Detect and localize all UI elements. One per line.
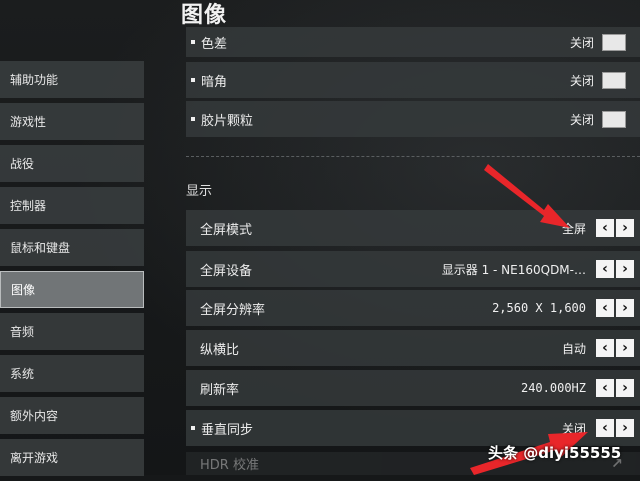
- setting-label: 全屏设备: [200, 263, 253, 279]
- section-divider: [186, 156, 640, 157]
- setting-label: 色差: [201, 36, 228, 52]
- setting-row-film-grain[interactable]: 胶片颗粒 关闭: [186, 101, 640, 137]
- setting-label: 全屏分辨率: [200, 302, 266, 318]
- sidebar-item-label: 系统: [10, 367, 35, 381]
- value-stepper: ‹ ›: [594, 299, 634, 317]
- chevron-right-icon[interactable]: ›: [616, 419, 634, 437]
- value-stepper: ‹ ›: [594, 219, 634, 237]
- sidebar-item-gameplay[interactable]: 游戏性: [0, 103, 144, 140]
- annotation-arrow-icon: [484, 164, 570, 228]
- setting-value: 240.000HZ: [520, 381, 586, 395]
- setting-value: 关闭: [569, 35, 594, 50]
- setting-label: 暗角: [201, 74, 228, 90]
- toggle-switch[interactable]: [602, 110, 626, 128]
- sidebar-item-system[interactable]: 系统: [0, 355, 144, 392]
- setting-value: 关闭: [569, 73, 594, 88]
- setting-label: 刷新率: [200, 382, 240, 398]
- sidebar-item-quit-game[interactable]: 离开游戏: [0, 439, 144, 476]
- value-stepper: ‹ ›: [594, 379, 634, 397]
- value-stepper: ‹ ›: [594, 419, 634, 437]
- chevron-left-icon[interactable]: ‹: [596, 219, 614, 237]
- setting-label: 胶片颗粒: [201, 113, 254, 129]
- chevron-right-icon[interactable]: ›: [616, 299, 634, 317]
- chevron-right-icon[interactable]: ›: [616, 219, 634, 237]
- sidebar-item-extra-content[interactable]: 额外内容: [0, 397, 144, 434]
- sidebar-item-label: 游戏性: [10, 115, 47, 129]
- setting-row-chromatic-aberration[interactable]: 色差 关闭: [186, 27, 640, 57]
- sidebar-item-campaign[interactable]: 战役: [0, 145, 144, 182]
- setting-row-refresh-rate[interactable]: 刷新率 240.000HZ ‹ ›: [186, 370, 640, 406]
- bullet-icon: [191, 117, 195, 121]
- chevron-right-icon[interactable]: ›: [616, 379, 634, 397]
- toggle-switch[interactable]: [602, 33, 626, 51]
- sidebar-item-label: 图像: [11, 283, 36, 297]
- value-stepper: ‹ ›: [594, 260, 634, 278]
- sidebar-item-label: 额外内容: [10, 409, 59, 423]
- sidebar-item-label: 战役: [10, 157, 35, 171]
- bullet-icon: [191, 40, 195, 44]
- sidebar-item-label: 控制器: [10, 199, 47, 213]
- toggle-switch[interactable]: [602, 71, 626, 89]
- sidebar-item-label: 音频: [10, 325, 35, 339]
- setting-row-aspect-ratio[interactable]: 纵横比 自动 ‹ ›: [186, 330, 640, 366]
- chevron-left-icon[interactable]: ‹: [596, 339, 614, 357]
- chevron-right-icon[interactable]: ›: [616, 260, 634, 278]
- chevron-right-icon[interactable]: ›: [616, 339, 634, 357]
- chevron-left-icon[interactable]: ‹: [596, 379, 614, 397]
- page-title: 图像: [181, 3, 228, 28]
- sidebar: 辅助功能 游戏性 战役 控制器 鼠标和键盘 图像 音频 系统 额外内容 离开游戏: [0, 61, 144, 481]
- sidebar-item-graphics[interactable]: 图像: [0, 271, 144, 308]
- setting-row-fullscreen-device[interactable]: 全屏设备 显示器 1 - NE160QDM-… ‹ ›: [186, 251, 640, 287]
- bullet-icon: [191, 426, 195, 430]
- setting-value: 自动: [561, 341, 586, 356]
- setting-row-vignette[interactable]: 暗角 关闭: [186, 62, 640, 98]
- chevron-left-icon[interactable]: ‹: [596, 299, 614, 317]
- sidebar-item-mouse-keyboard[interactable]: 鼠标和键盘: [0, 229, 144, 266]
- chevron-left-icon[interactable]: ‹: [596, 260, 614, 278]
- sidebar-item-label: 辅助功能: [10, 73, 59, 87]
- watermark: 头条 @diyi55555: [488, 444, 622, 462]
- section-label-display: 显示: [186, 184, 213, 199]
- sidebar-item-audio[interactable]: 音频: [0, 313, 144, 350]
- sidebar-item-label: 鼠标和键盘: [10, 241, 71, 255]
- sidebar-item-controller[interactable]: 控制器: [0, 187, 144, 224]
- value-stepper: ‹ ›: [594, 339, 634, 357]
- setting-value: 关闭: [569, 112, 594, 127]
- sidebar-item-label: 离开游戏: [10, 451, 59, 465]
- sidebar-item-accessibility[interactable]: 辅助功能: [0, 61, 144, 98]
- setting-row-fullscreen-resolution[interactable]: 全屏分辨率 2,560 X 1,600 ‹ ›: [186, 290, 640, 326]
- bullet-icon: [191, 78, 195, 82]
- setting-value: 显示器 1 - NE160QDM-…: [441, 262, 586, 277]
- setting-value: 2,560 X 1,600: [492, 301, 586, 315]
- setting-label: 纵横比: [200, 342, 240, 358]
